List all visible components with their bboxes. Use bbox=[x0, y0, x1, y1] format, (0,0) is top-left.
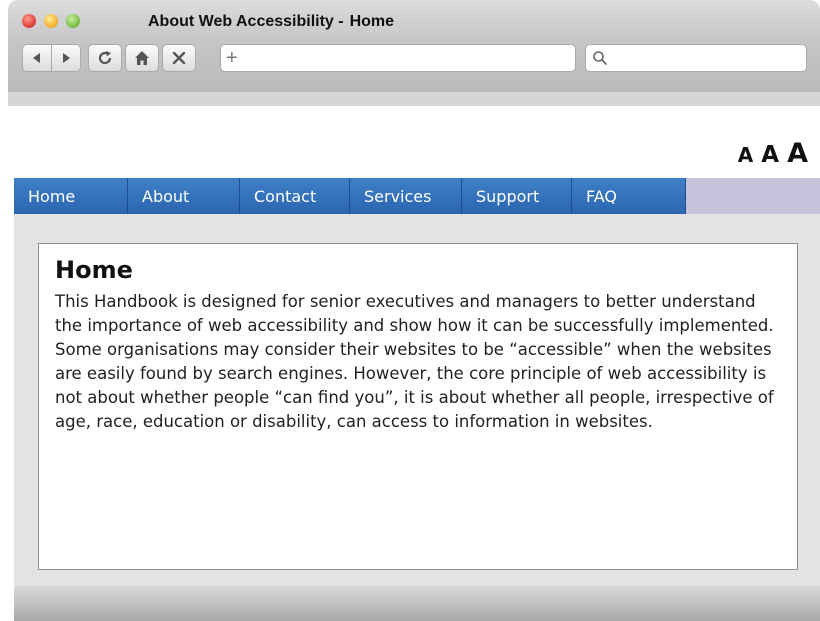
status-bar bbox=[14, 586, 820, 621]
back-arrow-icon bbox=[33, 53, 40, 63]
nav-item-about[interactable]: About bbox=[128, 178, 240, 214]
nav-item-support[interactable]: Support bbox=[462, 178, 572, 214]
reload-button[interactable] bbox=[88, 44, 122, 72]
font-size-controls: A A A bbox=[738, 138, 808, 169]
font-size-small-button[interactable]: A bbox=[738, 143, 753, 167]
forward-button[interactable] bbox=[51, 44, 81, 72]
font-size-medium-button[interactable]: A bbox=[761, 142, 779, 168]
home-icon bbox=[135, 51, 149, 65]
main-nav: Home About Contact Services Support FAQ bbox=[14, 178, 820, 214]
search-field[interactable] bbox=[585, 44, 807, 72]
nav-item-services[interactable]: Services bbox=[350, 178, 462, 214]
browser-chrome: About Web Accessibility - Home + bbox=[8, 0, 820, 100]
window-title-text: About Web Accessibility - bbox=[148, 13, 344, 30]
page-title: Home bbox=[55, 256, 133, 284]
browser-window: About Web Accessibility - Home + A A A H… bbox=[8, 0, 820, 621]
nav-item-home[interactable]: Home bbox=[14, 178, 128, 214]
new-tab-icon[interactable]: + bbox=[226, 44, 238, 72]
window-title: About Web Accessibility - Home bbox=[148, 13, 394, 31]
zoom-window-button[interactable] bbox=[66, 14, 80, 28]
back-button[interactable] bbox=[22, 44, 52, 72]
window-title-page: Home bbox=[349, 13, 395, 30]
home-button[interactable] bbox=[125, 44, 159, 72]
close-icon bbox=[172, 51, 186, 65]
toolbar-divider bbox=[8, 92, 820, 106]
page-body-text: This Handbook is designed for senior exe… bbox=[55, 292, 774, 431]
reload-icon bbox=[98, 51, 112, 65]
forward-arrow-icon bbox=[63, 53, 70, 63]
search-icon bbox=[593, 51, 607, 65]
minimize-window-button[interactable] bbox=[44, 14, 58, 28]
nav-item-faq[interactable]: FAQ bbox=[572, 178, 686, 214]
font-size-large-button[interactable]: A bbox=[787, 138, 808, 169]
content-panel: Home This Handbook is designed for senio… bbox=[38, 243, 798, 570]
close-window-button[interactable] bbox=[22, 14, 36, 28]
stop-button[interactable] bbox=[162, 44, 196, 72]
address-bar[interactable] bbox=[220, 44, 576, 72]
nav-item-contact[interactable]: Contact bbox=[240, 178, 350, 214]
